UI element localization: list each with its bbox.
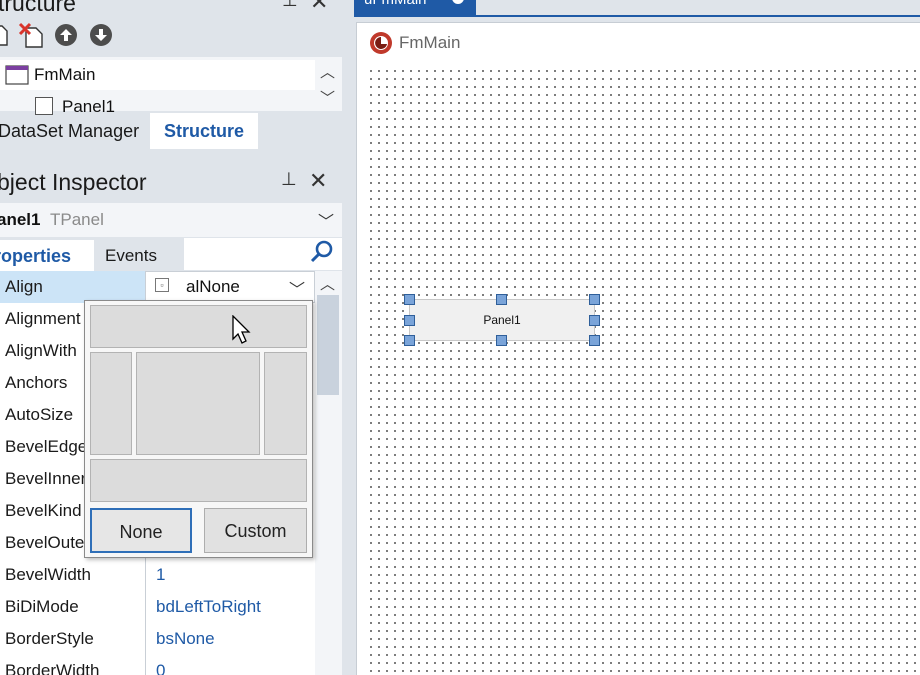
pin-icon[interactable]: ⊥ [281, 169, 297, 190]
tab-underline [354, 15, 920, 17]
tree-item-label: FmMain [34, 65, 96, 84]
close-icon[interactable]: ✕ [310, 0, 328, 15]
chevron-down-icon: ﹀ [318, 214, 335, 231]
new-item-icon[interactable] [0, 24, 14, 46]
property-name: BorderStyle [5, 629, 94, 648]
scroll-up-icon[interactable]: ︿ [320, 61, 335, 82]
form-icon [5, 65, 29, 85]
left-dock: tructure ⊥ ✕ FmMain Panel1 ︿ ﹀ DataSet M… [0, 0, 342, 675]
align-bottom-option[interactable] [90, 459, 307, 502]
search-icon[interactable] [309, 239, 335, 265]
form-designer: uFmMain FmMain Panel1 [354, 0, 920, 675]
property-value: 1 [156, 565, 166, 584]
modified-dot-icon[interactable] [452, 0, 464, 4]
property-name: Anchors [5, 373, 68, 392]
pin-icon[interactable]: ⊥ [282, 0, 298, 11]
resize-handle[interactable] [404, 294, 415, 305]
tab-events[interactable]: Events [105, 240, 157, 272]
none-button[interactable]: None [90, 508, 192, 553]
property-value: bsNone [156, 629, 215, 648]
tab-document[interactable]: uFmMain [354, 0, 476, 15]
resize-handle[interactable] [496, 294, 507, 305]
property-value: 0 [156, 661, 166, 675]
property-name: BevelEdge [5, 437, 88, 456]
align-client-option[interactable] [136, 352, 260, 455]
property-name: BevelInner [5, 469, 87, 488]
mouse-cursor-icon [232, 315, 251, 344]
tree-item-label[interactable]: Panel1 [62, 97, 115, 117]
close-icon[interactable]: ✕ [309, 168, 327, 194]
structure-tree: FmMain Panel1 ︿ ﹀ [0, 57, 342, 116]
property-name: Alignment [5, 309, 81, 328]
move-down-icon[interactable] [90, 24, 112, 46]
tab-dataset-manager[interactable]: DataSet Manager [0, 120, 148, 150]
property-name: AlignWith [5, 341, 77, 360]
object-name: anel1 [0, 210, 41, 229]
object-inspector-title: bject Inspector [0, 169, 147, 195]
app-logo-icon [370, 32, 392, 54]
property-name: BevelWidth [5, 565, 91, 584]
property-row[interactable]: BiDiMode bdLeftToRight [0, 591, 315, 623]
align-left-option[interactable] [90, 352, 132, 455]
inspector-scrollbar[interactable]: ︿ [315, 271, 342, 675]
form-caption: FmMain [399, 33, 461, 52]
resize-handle[interactable] [404, 315, 415, 326]
resize-handle[interactable] [404, 335, 415, 346]
object-selector[interactable]: anel1 TPanel ﹀ [0, 203, 342, 237]
scroll-up-icon[interactable]: ︿ [320, 273, 335, 294]
align-top-option[interactable] [90, 305, 307, 348]
tree-row-fmmain[interactable]: FmMain [0, 60, 315, 90]
scroll-down-icon[interactable]: ﹀ [320, 87, 335, 108]
design-grid[interactable]: Panel1 [365, 65, 920, 675]
align-picker-popup: None Custom [84, 300, 313, 558]
property-row[interactable]: Align [0, 271, 315, 303]
resize-handle[interactable] [589, 315, 600, 326]
delete-item-icon[interactable] [18, 22, 44, 48]
design-form[interactable]: FmMain Panel1 [356, 22, 920, 675]
tab-structure[interactable]: Structure [150, 113, 258, 149]
property-name: BevelOute [5, 533, 85, 552]
property-name: Align [5, 277, 43, 296]
property-name: AutoSize [5, 405, 74, 424]
custom-button[interactable]: Custom [204, 508, 307, 553]
resize-handle[interactable] [496, 335, 507, 346]
property-name: BorderWidth [5, 661, 100, 675]
align-right-option[interactable] [264, 352, 307, 455]
property-row[interactable]: BorderStyle bsNone [0, 623, 315, 655]
dock-splitter[interactable] [342, 0, 354, 675]
tab-properties[interactable]: roperties [0, 240, 94, 272]
move-up-icon[interactable] [55, 24, 77, 46]
property-row[interactable]: BevelWidth 1 [0, 559, 315, 591]
property-row[interactable]: BorderWidth 0 [0, 655, 315, 675]
scrollbar-thumb[interactable] [317, 295, 339, 395]
resize-handle[interactable] [589, 294, 600, 305]
property-name: BiDiMode [5, 597, 79, 616]
resize-handle[interactable] [589, 335, 600, 346]
structure-panel-title: tructure [0, 0, 76, 16]
property-name: BevelKind [5, 501, 82, 520]
object-type: TPanel [50, 210, 104, 229]
document-tab-label: uFmMain [364, 0, 427, 8]
panel-icon [35, 97, 53, 115]
property-value: bdLeftToRight [156, 597, 261, 616]
